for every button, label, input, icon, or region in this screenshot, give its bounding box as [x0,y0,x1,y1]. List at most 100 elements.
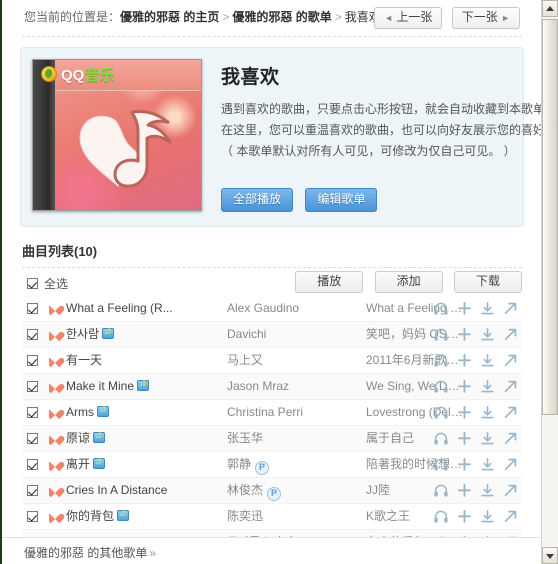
add-icon[interactable] [455,374,473,399]
playlist-cover[interactable]: QQ音乐 [32,59,202,211]
share-icon[interactable] [501,374,519,399]
row-checkbox-cell[interactable] [27,426,43,451]
row-checkbox-cell[interactable] [27,374,43,399]
heart-icon[interactable] [49,458,61,469]
table-row[interactable]: What a Feeling (R... Alex Gaudino What a F… [22,296,522,322]
share-icon[interactable] [501,322,519,347]
download-icon[interactable] [478,400,496,425]
track-artist-cell[interactable]: Christina Perri [227,400,362,425]
add-icon[interactable] [455,348,473,373]
track-artist-cell[interactable]: Jason Mraz [227,374,362,399]
headphone-icon[interactable] [432,504,450,529]
row-checkbox-cell[interactable] [27,504,43,529]
headphone-icon[interactable] [432,426,450,451]
headphone-icon[interactable] [432,400,450,425]
add-icon[interactable] [455,296,473,321]
download-icon[interactable] [478,504,496,529]
track-title-cell[interactable]: What a Feeling (R... [49,296,194,321]
track-title-cell[interactable]: 한사람 [49,322,194,347]
share-icon[interactable] [501,504,519,529]
row-checkbox[interactable] [27,459,38,471]
add-icon[interactable] [455,426,473,451]
track-title-cell[interactable]: Arms [49,400,194,425]
mv-icon[interactable] [102,326,115,339]
scroll-up-button[interactable] [542,0,558,17]
table-row[interactable]: ArmsChristina PerriLovestrong (Deluxe V.… [22,400,522,426]
mv-icon[interactable] [117,508,130,521]
row-checkbox[interactable] [27,485,38,497]
download-icon[interactable] [478,322,496,347]
headphone-icon[interactable] [432,452,450,477]
heart-icon[interactable] [49,432,61,443]
artist-page-icon[interactable]: P [255,461,270,475]
share-icon[interactable] [501,478,519,503]
toolbar-play-button[interactable]: 播放 [295,271,364,293]
track-title-cell[interactable]: 离开 [49,452,194,477]
share-icon[interactable] [501,426,519,451]
heart-icon[interactable] [49,328,61,339]
track-artist-cell[interactable]: 张玉华 [227,426,362,451]
headphone-icon[interactable] [432,478,450,503]
scroll-down-button[interactable] [542,547,558,564]
heart-icon[interactable] [49,380,61,391]
headphone-icon[interactable] [432,322,450,347]
row-checkbox-cell[interactable] [27,400,43,425]
track-title-cell[interactable]: 有一天 [49,348,194,373]
row-checkbox[interactable] [27,511,38,523]
headphone-icon[interactable] [432,296,450,321]
table-row[interactable]: 한사람Davichi笑吧，妈妈 OST Part.8 [22,322,522,348]
download-icon[interactable] [478,426,496,451]
add-icon[interactable] [455,478,473,503]
track-title-cell[interactable]: Make it Mine [49,374,194,399]
row-checkbox-cell[interactable] [27,452,43,477]
table-row[interactable]: 离开郭静P陪著我的时候想著她 [22,452,522,478]
share-icon[interactable] [501,452,519,477]
prev-button[interactable]: ◄ 上一张 [374,7,443,29]
table-row[interactable]: Cries In A Distance 林俊杰 P JJ陸 [22,478,522,504]
heart-icon[interactable] [49,510,61,521]
download-icon[interactable] [478,452,496,477]
mv-icon[interactable] [93,430,106,443]
row-checkbox-cell[interactable] [27,322,43,347]
row-checkbox[interactable] [27,303,38,315]
table-row[interactable]: 有一天 马上又 2011年6月新歌速递 [22,348,522,374]
row-checkbox-cell[interactable] [27,478,43,503]
mv-icon[interactable] [97,404,109,417]
breadcrumb-home-link[interactable]: 優雅的邪惡 的主页 [120,10,219,24]
heart-icon[interactable] [49,302,61,313]
track-title-cell[interactable]: Cries In A Distance [49,478,194,503]
share-icon[interactable] [501,348,519,373]
row-checkbox[interactable] [27,355,38,367]
heart-icon[interactable] [49,406,61,417]
headphone-icon[interactable] [432,348,450,373]
edit-playlist-button[interactable]: 编辑歌单 [305,188,378,212]
add-icon[interactable] [455,322,473,347]
toolbar-add-button[interactable]: 添加 [374,271,443,293]
track-artist-cell[interactable]: Alex Gaudino [227,296,362,321]
select-all-checkbox[interactable] [27,278,38,289]
download-icon[interactable] [478,374,496,399]
track-title-cell[interactable]: 你的背包 [49,504,194,529]
headphone-icon[interactable] [432,374,450,399]
toolbar-download-button[interactable]: 下载 [454,271,522,293]
download-icon[interactable] [478,348,496,373]
table-row[interactable]: 原谅 张玉华 属于自己 [22,426,522,452]
select-all-control[interactable]: 全选 [27,275,68,292]
share-icon[interactable] [501,400,519,425]
row-checkbox-cell[interactable] [27,296,43,321]
row-checkbox[interactable] [27,407,38,419]
add-icon[interactable] [455,452,473,477]
breadcrumb-playlists-link[interactable]: 優雅的邪惡 的歌单 [232,10,331,24]
track-artist-cell[interactable]: 林俊杰 P [227,478,362,503]
download-icon[interactable] [478,478,496,503]
track-artist-cell[interactable]: 郭静 P [227,452,362,477]
heart-icon[interactable] [49,354,61,365]
vertical-scrollbar[interactable] [541,0,558,564]
share-icon[interactable] [501,296,519,321]
track-artist-cell[interactable]: Davichi [227,322,362,347]
other-playlists-link[interactable]: 優雅的邪惡 的其他歌单» [24,544,156,561]
track-title-cell[interactable]: 原谅 [49,426,194,451]
mv-icon[interactable] [93,456,106,469]
table-row[interactable]: 你的背包 陈奕迅 K歌之王 [22,504,522,530]
row-checkbox[interactable] [27,381,38,393]
